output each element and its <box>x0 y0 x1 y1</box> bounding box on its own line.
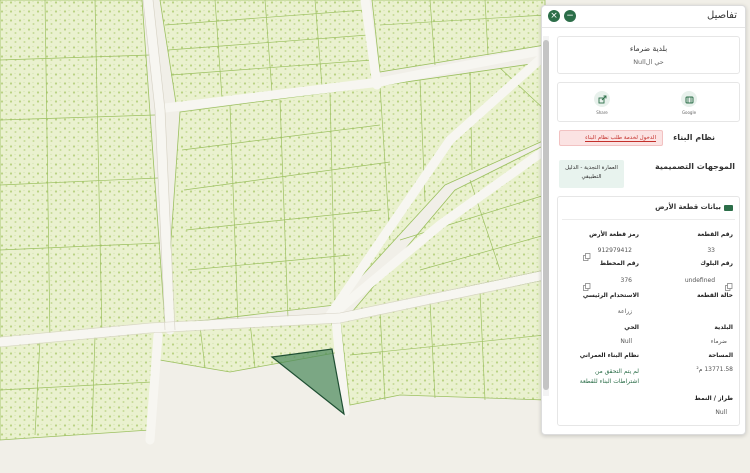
plan-number-value: 376 <box>620 277 632 284</box>
guidelines-chip[interactable]: العمارة النجدية - الدليل التطبيقي <box>559 160 624 188</box>
municipality-value: ضرماء <box>710 338 727 345</box>
google-maps-button[interactable]: Google <box>674 91 704 115</box>
share-card: Google Share <box>557 82 740 122</box>
area-label: المساحة <box>708 352 733 359</box>
block-number-label: رقم البلوك <box>700 260 733 267</box>
land-code-label: رمز قطعة الأرض <box>589 231 639 238</box>
panel-scrollbar[interactable] <box>543 36 549 396</box>
divider <box>562 219 735 220</box>
minimize-button[interactable]: − <box>564 10 576 22</box>
parcel-status-label: حالة القطعة <box>696 292 733 299</box>
share-label: Share <box>596 110 608 115</box>
guidelines-title: الموجهات التصميمية <box>654 162 735 171</box>
details-panel: تفاصيل × − بلدية ضرماء حي الNull Google … <box>541 5 746 435</box>
land-data-card: بيانات قطعة الأرض رقم القطعة 33 رمز قطعة… <box>557 196 740 426</box>
style-value: Null <box>715 409 727 416</box>
urban-code-label: نظام البناء العمراني <box>579 352 639 359</box>
copy-icon[interactable] <box>725 276 733 291</box>
google-label: Google <box>681 110 697 115</box>
main-use-value: زراعة <box>617 308 632 315</box>
district-value: Null <box>620 338 632 345</box>
urban-code-value: لم يتم التحقق من اشتراطات البناء للقطعة <box>579 368 639 385</box>
share-button[interactable]: Share <box>587 91 617 115</box>
copy-icon[interactable] <box>583 276 591 291</box>
block-number-value: undefined <box>684 277 715 284</box>
land-code-value: 912979412 <box>597 247 632 254</box>
land-data-title: بيانات قطعة الأرض <box>655 203 721 211</box>
close-button[interactable]: × <box>548 10 560 22</box>
municipality-card: بلدية ضرماء حي الNull <box>557 36 740 74</box>
map-icon <box>724 205 733 211</box>
municipality-label: البلدية <box>714 324 733 331</box>
district-label: الحي <box>624 324 639 331</box>
share-icon <box>594 91 610 107</box>
style-label: طراز / النمط <box>694 395 733 402</box>
parcel-number-label: رقم القطعة <box>697 231 733 238</box>
area-value: 13771.58 م² <box>696 366 733 373</box>
building-system-title: نظام البناء <box>673 133 715 142</box>
parcel-number-value: 33 <box>707 247 715 254</box>
plan-number-label: رقم المخطط <box>599 260 639 267</box>
scrollbar-thumb[interactable] <box>543 40 549 390</box>
building-system-link[interactable]: الدخول لخدمة طلب نظام البناء <box>585 135 656 142</box>
municipality-name: بلدية ضرماء <box>629 44 668 53</box>
google-maps-icon <box>681 91 697 107</box>
main-use-label: الاستخدام الرئيسي <box>582 292 639 299</box>
panel-title: تفاصيل <box>707 10 737 21</box>
copy-icon[interactable] <box>583 246 591 261</box>
panel-header: تفاصيل × − <box>542 6 745 28</box>
district-name: حي الNull <box>633 58 664 66</box>
building-system-alert: الدخول لخدمة طلب نظام البناء <box>559 130 663 146</box>
